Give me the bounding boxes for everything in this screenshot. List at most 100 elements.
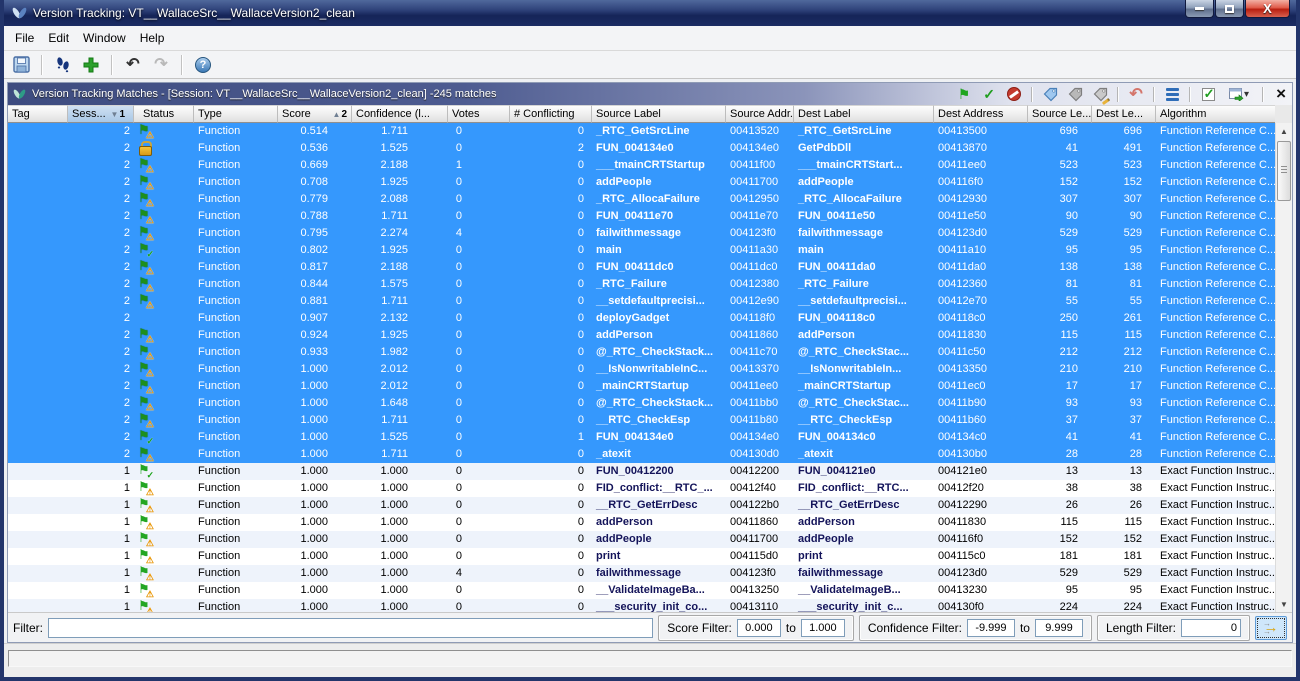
table-row[interactable]: 1 ⚑⚠ Function 1.000 1.000 0 0 __RTC_GetE… <box>8 497 1275 514</box>
status-flag-warning-icon: ⚑⚠ <box>138 549 152 563</box>
table-row[interactable]: 2 Function 0.536 1.525 0 2 FUN_004134e0 … <box>8 140 1275 157</box>
make-selection-button[interactable]: ▾ <box>1224 85 1254 103</box>
scroll-down-button[interactable]: ▼ <box>1276 596 1292 612</box>
redo-button[interactable]: ↷ <box>150 54 172 76</box>
filter-bar: Filter: Score Filter: to Confidence Filt… <box>8 612 1292 642</box>
maximize-button[interactable] <box>1215 0 1244 18</box>
table-row[interactable]: 2 ⚑⚠ Function 1.000 1.711 0 0 _atexit 00… <box>8 446 1275 463</box>
table-row[interactable]: 2 ⚑⚠ Function 0.708 1.925 0 0 addPeople … <box>8 174 1275 191</box>
apply-filter-button[interactable]: → → → <box>1255 616 1287 640</box>
table-row[interactable]: 1 ⚑⚠ Function 1.000 1.000 0 0 FID_confli… <box>8 480 1275 497</box>
column-header-confidence[interactable]: Confidence (l... <box>352 105 448 123</box>
table-row[interactable]: 2 ⚑⚠ Function 0.924 1.925 0 0 addPerson … <box>8 327 1275 344</box>
status-flag-warning-icon: ⚑⚠ <box>138 192 152 206</box>
table-row[interactable]: 2 ⚑✓ Function 1.000 1.525 0 1 FUN_004134… <box>8 429 1275 446</box>
score-filter-from-input[interactable] <box>737 619 781 637</box>
table-row[interactable]: 2 ⚑⚠ Function 0.669 2.188 1 0 ___tmainCR… <box>8 157 1275 174</box>
accept-match-button[interactable]: ✓ <box>980 85 998 103</box>
table-row[interactable]: 2 ⚑⚠ Function 0.933 1.982 0 0 @_RTC_Chec… <box>8 344 1275 361</box>
column-header-algorithm[interactable]: Algorithm <box>1156 105 1275 123</box>
confidence-filter-from-input[interactable] <box>967 619 1015 637</box>
column-header-type[interactable]: Type <box>194 105 278 123</box>
table-row[interactable]: 1 ⚑✓ Function 1.000 1.000 0 0 FUN_004122… <box>8 463 1275 480</box>
select-all-button[interactable] <box>1199 85 1217 103</box>
status-message-field <box>8 650 1292 667</box>
status-flag-warning-icon: ⚑⚠ <box>138 328 152 342</box>
vertical-scrollbar[interactable]: ▲ ▼ <box>1275 123 1292 612</box>
column-header-dest-length[interactable]: Dest Le... <box>1092 105 1156 123</box>
column-header-source-label[interactable]: Source Label <box>592 105 726 123</box>
save-button[interactable] <box>10 54 32 76</box>
table-row[interactable]: 2 ⚑⚠ Function 1.000 1.648 0 0 @_RTC_Chec… <box>8 395 1275 412</box>
sort-asc-icon: ▲2 <box>333 109 347 120</box>
table-row[interactable]: 2 ⚑⚠ Function 0.844 1.575 0 0 _RTC_Failu… <box>8 276 1275 293</box>
column-header-tag[interactable]: Tag <box>8 105 68 123</box>
reject-match-button[interactable] <box>1005 85 1023 103</box>
edit-tag-button[interactable] <box>1091 85 1109 103</box>
column-header-conflicting[interactable]: # Conflicting <box>510 105 592 123</box>
table-row[interactable]: 2 ⚑⚠ Function 1.000 1.711 0 0 __RTC_Chec… <box>8 412 1275 429</box>
confidence-filter-group: Confidence Filter: to <box>859 615 1092 641</box>
column-header-dest-address[interactable]: Dest Address <box>934 105 1028 123</box>
table-row[interactable]: 2 Function 0.907 2.132 0 0 deployGadget … <box>8 310 1275 327</box>
undo-button[interactable]: ↶ <box>122 54 144 76</box>
matches-panel-header[interactable]: Version Tracking Matches - [Session: VT_… <box>8 83 1292 105</box>
help-button[interactable]: ? <box>192 54 214 76</box>
status-flag-warning-icon: ⚑⚠ <box>138 583 152 597</box>
window-titlebar[interactable]: Version Tracking: VT__WallaceSrc__Wallac… <box>4 0 1296 26</box>
menu-file[interactable]: File <box>8 27 41 49</box>
length-filter-input[interactable] <box>1181 619 1241 637</box>
table-row[interactable]: 2 ⚑⚠ Function 0.881 1.711 0 0 __setdefau… <box>8 293 1275 310</box>
add-session-button[interactable] <box>80 54 102 76</box>
column-header-dest-label[interactable]: Dest Label <box>794 105 934 123</box>
column-header-source-length[interactable]: Source Le... <box>1028 105 1092 123</box>
filter-menu-button[interactable] <box>1163 85 1181 103</box>
remove-tag-button[interactable] <box>1066 85 1084 103</box>
scrollbar-thumb[interactable] <box>1277 141 1291 201</box>
matches-table: 2 ⚑⚠ Function 0.514 1.711 0 0 _RTC_GetSr… <box>8 123 1292 612</box>
score-filter-to-label: to <box>786 621 796 635</box>
menu-edit[interactable]: Edit <box>41 27 76 49</box>
version-tracking-window: Version Tracking: VT__WallaceSrc__Wallac… <box>0 0 1300 681</box>
table-row[interactable]: 2 ⚑⚠ Function 1.000 2.012 0 0 _mainCRTSt… <box>8 378 1275 395</box>
status-flag-warning-icon: ⚑⚠ <box>138 515 152 529</box>
table-row[interactable]: 1 ⚑⚠ Function 1.000 1.000 0 0 addPeople … <box>8 531 1275 548</box>
column-header-source-address[interactable]: Source Addr... <box>726 105 794 123</box>
footprints-button[interactable] <box>52 54 74 76</box>
menu-help[interactable]: Help <box>133 27 172 49</box>
table-row[interactable]: 1 ⚑⚠ Function 1.000 1.000 0 0 print 0041… <box>8 548 1275 565</box>
score-filter-to-input[interactable] <box>801 619 845 637</box>
matches-table-body: 2 ⚑⚠ Function 0.514 1.711 0 0 _RTC_GetSr… <box>8 123 1275 612</box>
add-tag-button[interactable] <box>1041 85 1059 103</box>
column-header-session[interactable]: Sess... ▼1 <box>68 105 134 123</box>
status-flag-warning-icon: ⚑⚠ <box>138 600 152 612</box>
status-bar <box>4 643 1296 677</box>
column-header-votes[interactable]: Votes <box>448 105 510 123</box>
status-flag-warning-icon: ⚑⚠ <box>138 379 152 393</box>
remove-match-button[interactable]: ↶ <box>1127 85 1145 103</box>
table-row[interactable]: 2 ⚑⚠ Function 1.000 2.012 0 0 __IsNonwri… <box>8 361 1275 378</box>
menu-window[interactable]: Window <box>76 27 133 49</box>
table-row[interactable]: 1 ⚑⚠ Function 1.000 1.000 0 0 __Validate… <box>8 582 1275 599</box>
filter-input[interactable] <box>48 618 653 638</box>
scroll-up-button[interactable]: ▲ <box>1276 123 1292 139</box>
set-accepted-flag-button[interactable]: ⚑ <box>955 85 973 103</box>
table-row[interactable]: 2 ⚑✓ Function 0.802 1.925 0 0 main 00411… <box>8 242 1275 259</box>
toolbar-separator <box>41 55 43 75</box>
table-row[interactable]: 2 ⚑⚠ Function 0.514 1.711 0 0 _RTC_GetSr… <box>8 123 1275 140</box>
table-row[interactable]: 1 ⚑⚠ Function 1.000 1.000 0 0 ___securit… <box>8 599 1275 612</box>
status-flag-warning-icon: ⚑⚠ <box>138 226 152 240</box>
confidence-filter-to-input[interactable] <box>1035 619 1083 637</box>
minimize-button[interactable] <box>1185 0 1214 18</box>
column-header-status[interactable]: Status <box>134 105 194 123</box>
table-row[interactable]: 2 ⚑⚠ Function 0.779 2.088 0 0 _RTC_Alloc… <box>8 191 1275 208</box>
table-row[interactable]: 2 ⚑⚠ Function 0.817 2.188 0 0 FUN_00411d… <box>8 259 1275 276</box>
close-button[interactable]: X <box>1245 0 1290 18</box>
table-row[interactable]: 2 ⚑⚠ Function 0.795 2.274 4 0 failwithme… <box>8 225 1275 242</box>
panel-close-icon[interactable]: × <box>1276 84 1286 104</box>
table-row[interactable]: 2 ⚑⚠ Function 0.788 1.711 0 0 FUN_00411e… <box>8 208 1275 225</box>
column-header-score[interactable]: Score ▲2 <box>278 105 352 123</box>
table-row[interactable]: 1 ⚑⚠ Function 1.000 1.000 4 0 failwithme… <box>8 565 1275 582</box>
confidence-filter-to-label: to <box>1020 621 1030 635</box>
table-row[interactable]: 1 ⚑⚠ Function 1.000 1.000 0 0 addPerson … <box>8 514 1275 531</box>
